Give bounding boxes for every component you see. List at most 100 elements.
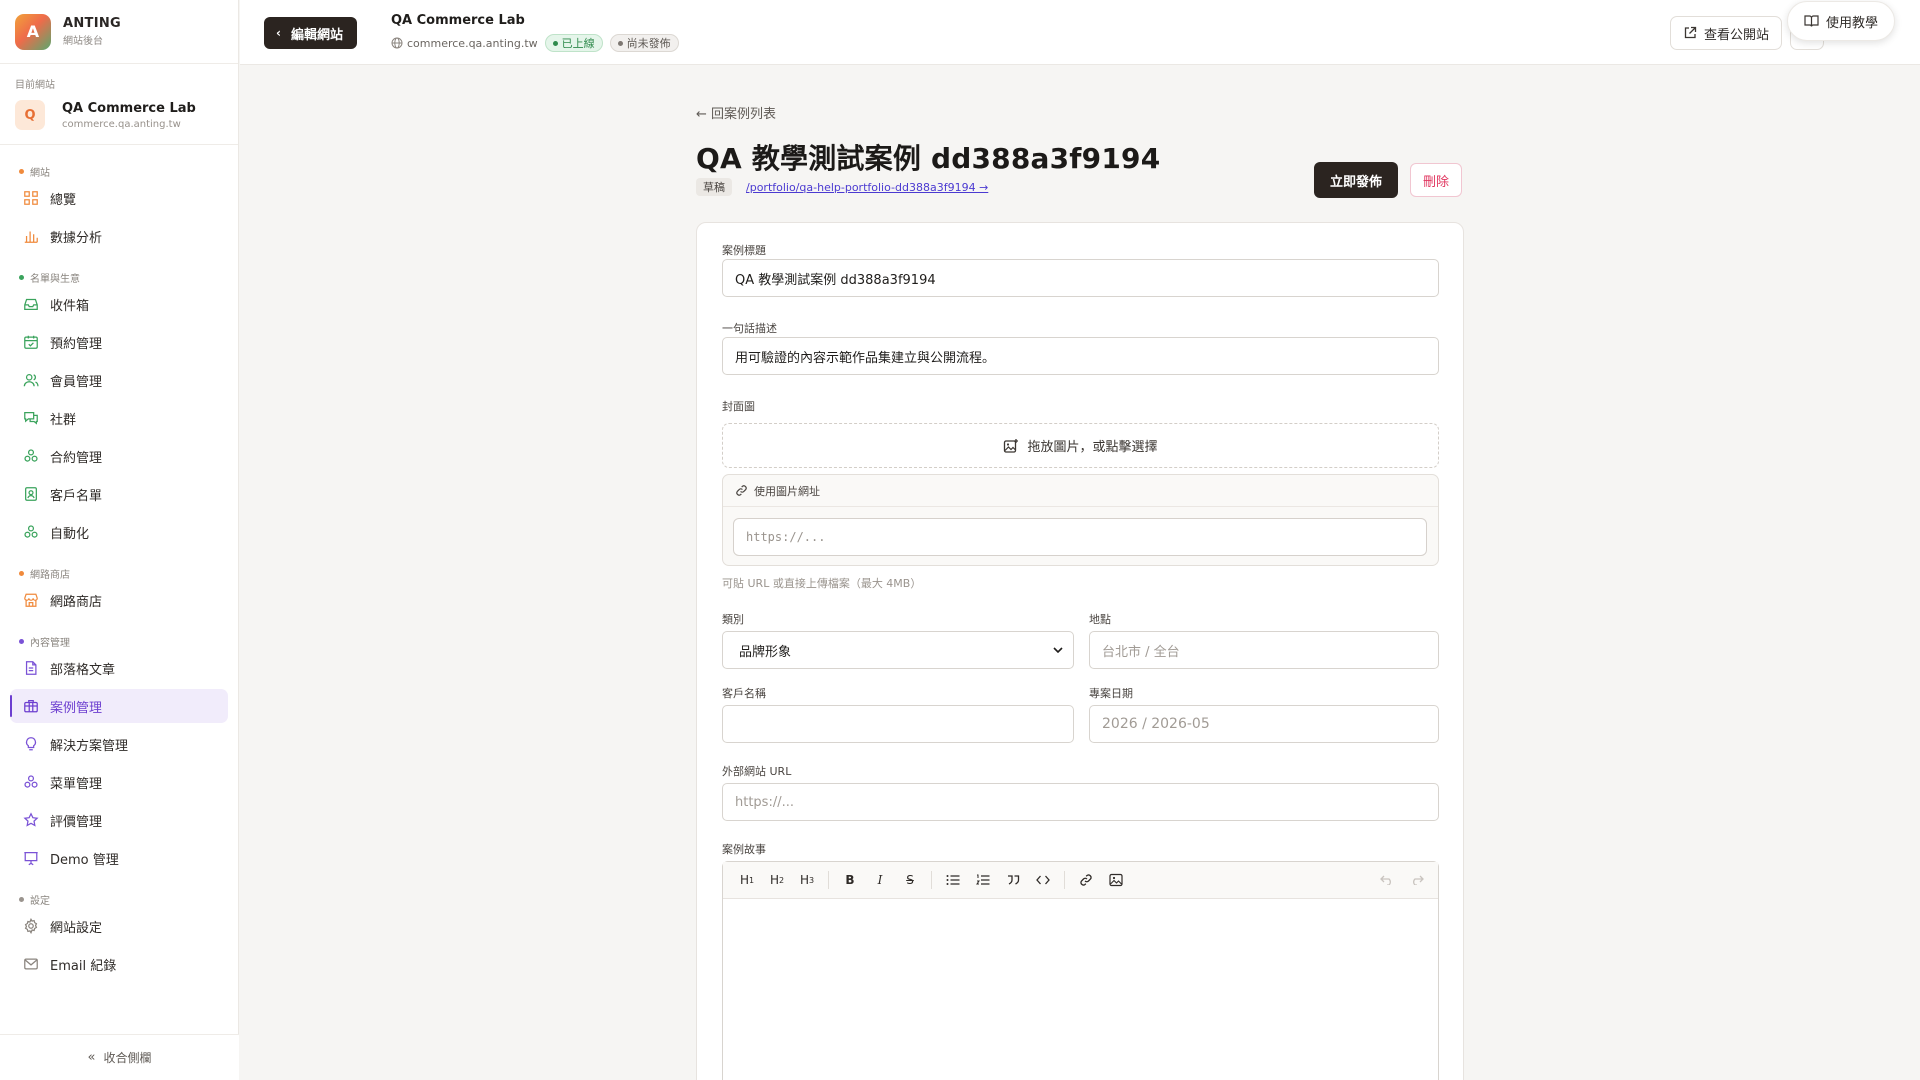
editor-toolbar: H1 H2 H3 B I S	[723, 862, 1438, 899]
insert-image-button[interactable]	[1101, 867, 1131, 893]
mail-icon	[22, 955, 40, 973]
sidebar-item[interactable]: 部落格文章	[10, 651, 228, 685]
italic-button[interactable]: I	[865, 867, 895, 893]
quote-button[interactable]	[998, 867, 1028, 893]
link-button[interactable]	[1071, 867, 1101, 893]
sidebar-item[interactable]: 網站設定	[10, 909, 228, 943]
sidebar-item[interactable]: 解決方案管理	[10, 727, 228, 761]
location-label: 地點	[1089, 613, 1111, 626]
star-icon	[22, 811, 40, 829]
presentation-icon	[22, 849, 40, 867]
sidebar-item[interactable]: 數據分析	[10, 219, 228, 253]
title-input[interactable]: QA 教學測試案例 dd388a3f9194	[722, 259, 1439, 297]
image-url-input[interactable]: https://...	[733, 518, 1427, 556]
current-site-name: QA Commerce Lab	[62, 100, 196, 116]
brand[interactable]: A ANTING 網站後台	[0, 0, 238, 64]
bar-chart-icon	[22, 227, 40, 245]
sidebar-item-label: 自動化	[50, 526, 90, 542]
collapse-sidebar-button[interactable]: « 收合側欄	[0, 1034, 239, 1080]
inbox-icon	[22, 295, 40, 313]
story-editor: H1 H2 H3 B I S	[722, 861, 1439, 1080]
back-to-list-link[interactable]: ← 回案例列表	[696, 103, 776, 122]
sidebar-item[interactable]: 案例管理	[10, 689, 228, 723]
cluster-icon	[22, 773, 40, 791]
calendar-icon	[22, 333, 40, 351]
portfolio-form-card: 案例標題 QA 教學測試案例 dd388a3f9194 一句話描述 用可驗證的內…	[696, 222, 1464, 1080]
current-site-domain: commerce.qa.anting.tw	[62, 118, 181, 130]
cover-image-dropzone[interactable]: 拖放圖片，或點擊選擇	[722, 423, 1439, 468]
heading3-button[interactable]: H3	[792, 867, 822, 893]
code-button[interactable]	[1028, 867, 1058, 893]
delete-button[interactable]: 刪除	[1410, 163, 1463, 197]
tutorial-button[interactable]: 使用教學	[1786, 1, 1895, 41]
sidebar-item[interactable]: 預約管理	[10, 325, 228, 359]
undo-icon	[1380, 875, 1391, 885]
sidebar-item[interactable]: Demo 管理	[10, 841, 228, 875]
store-icon	[22, 591, 40, 609]
live-status-badge: 已上線	[544, 34, 603, 52]
project-date-input[interactable]: 2026 / 2026-05	[1089, 705, 1439, 743]
category-select[interactable]: 品牌形象	[722, 631, 1074, 669]
gear-icon	[22, 917, 40, 935]
sidebar-nav: 網站 總覽 數據分析 名單與生意 收件箱 預約管理 會員管理 社群 合約管理 客戶名單 自動化 網路商…	[0, 145, 238, 1025]
strikethrough-button[interactable]: S	[895, 867, 925, 893]
ordered-list-button[interactable]	[968, 867, 998, 893]
public-slug-link[interactable]: /portfolio/qa-help-portfolio-dd388a3f919…	[746, 181, 988, 194]
sidebar-item-label: 客戶名單	[50, 488, 103, 504]
cluster-icon	[22, 447, 40, 465]
topbar: ‹ 編輯網站 QA Commerce Lab commerce.qa.antin…	[240, 0, 1920, 65]
undo-button[interactable]	[1372, 867, 1402, 893]
sidebar-item[interactable]: Email 紀錄	[10, 947, 228, 981]
sidebar-item[interactable]: 收件箱	[10, 287, 228, 321]
external-url-input[interactable]: https://...	[722, 783, 1439, 821]
nav-section-heading: 網站	[10, 161, 228, 181]
story-editor-content[interactable]	[723, 899, 1438, 1080]
sidebar-item[interactable]: 客戶名單	[10, 477, 228, 511]
project-date-label: 專案日期	[1089, 687, 1133, 700]
sidebar-item[interactable]: 合約管理	[10, 439, 228, 473]
location-input[interactable]: 台北市 / 全台	[1089, 631, 1439, 669]
external-url-label: 外部網站 URL	[722, 765, 792, 778]
code-icon	[1036, 875, 1050, 885]
heading2-button[interactable]: H2	[762, 867, 792, 893]
sidebar-item[interactable]: 社群	[10, 401, 228, 435]
image-icon	[1109, 873, 1123, 887]
sidebar-item-label: 社群	[50, 412, 77, 428]
chat-icon	[22, 409, 40, 427]
book-icon	[1804, 15, 1819, 27]
sidebar-item[interactable]: 網路商店	[10, 583, 228, 617]
description-label: 一句話描述	[722, 322, 777, 335]
sidebar-item[interactable]: 菜單管理	[10, 765, 228, 799]
external-link-icon	[1684, 26, 1697, 39]
bullet-list-icon	[946, 875, 960, 885]
view-public-site-button[interactable]: 查看公開站	[1669, 16, 1782, 50]
sidebar-item[interactable]: 評價管理	[10, 803, 228, 837]
bold-button[interactable]: B	[835, 867, 865, 893]
current-site-label: 目前網站	[15, 80, 55, 91]
upload-hint: 可貼 URL 或直接上傳檔案（最大 4MB）	[722, 577, 922, 590]
description-input[interactable]: 用可驗證的內容示範作品集建立與公開流程。	[722, 337, 1439, 375]
site-avatar: Q	[15, 100, 45, 130]
sidebar-item-label: 數據分析	[50, 230, 103, 246]
current-site-switcher[interactable]: Q QA Commerce Lab commerce.qa.anting.tw	[15, 100, 223, 130]
sidebar-item[interactable]: 總覽	[10, 181, 228, 215]
bullet-list-button[interactable]	[938, 867, 968, 893]
sidebar-item-label: Email 紀錄	[50, 958, 117, 974]
edit-site-button[interactable]: ‹ 編輯網站	[264, 17, 357, 49]
category-label: 類別	[722, 613, 744, 626]
contact-icon	[22, 485, 40, 503]
grid-icon	[22, 189, 40, 207]
heading1-button[interactable]: H1	[732, 867, 762, 893]
brand-name: ANTING	[63, 16, 121, 31]
sidebar-item-label: 總覽	[50, 192, 77, 208]
brand-logo: A	[15, 13, 51, 50]
main-content: ← 回案例列表 QA 教學測試案例 dd388a3f9194 草稿 /portf…	[240, 65, 1920, 1080]
redo-icon	[1413, 875, 1424, 885]
client-input[interactable]	[722, 705, 1074, 743]
sidebar-item[interactable]: 自動化	[10, 515, 228, 549]
redo-button[interactable]	[1402, 867, 1432, 893]
sidebar-item[interactable]: 會員管理	[10, 363, 228, 397]
publish-now-button[interactable]: 立即發佈	[1314, 162, 1399, 198]
sidebar-item-label: Demo 管理	[50, 852, 119, 868]
image-url-toggle[interactable]: 使用圖片網址	[723, 475, 1438, 507]
